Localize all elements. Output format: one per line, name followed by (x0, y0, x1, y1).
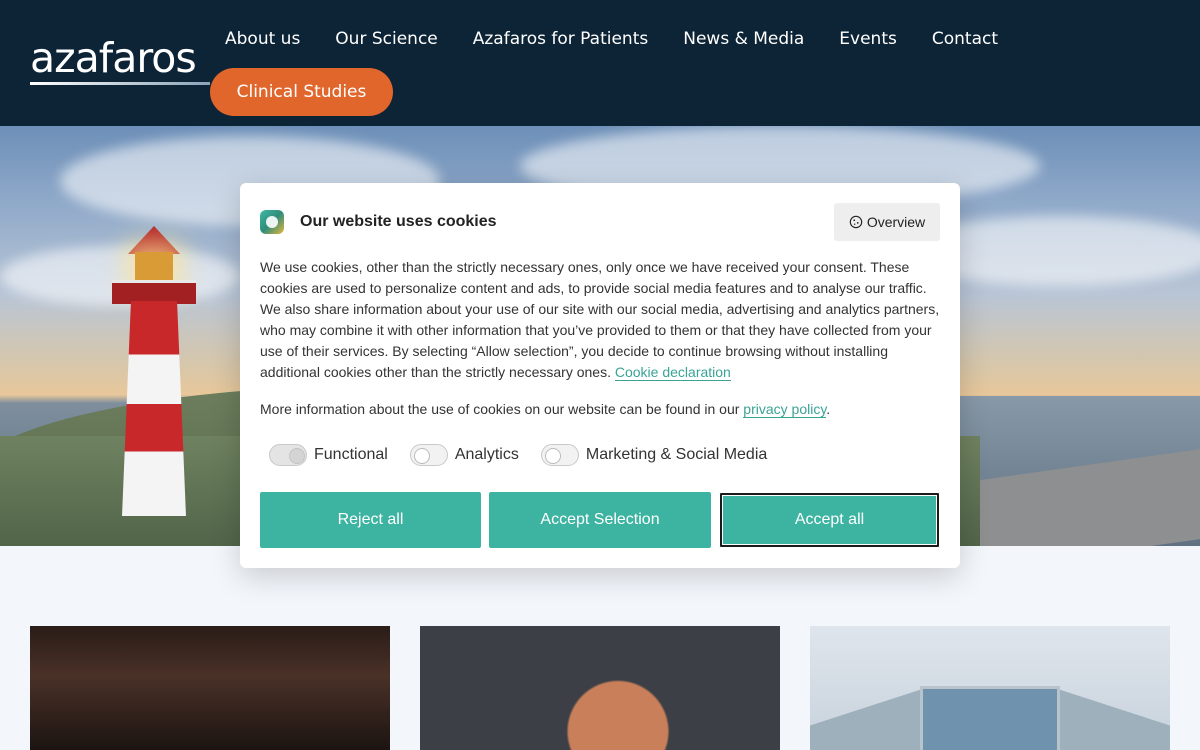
analytics-switch[interactable] (409, 444, 448, 466)
cookie-consent-dialog: Our website uses cookies Overview We use… (240, 183, 960, 568)
news-card-image-1[interactable] (30, 626, 390, 750)
toggle-analytics[interactable]: Analytics (409, 444, 519, 466)
azafaros-logo[interactable]: azafaros (30, 34, 210, 90)
news-card-image-2[interactable] (420, 626, 780, 750)
nav-events[interactable]: Events (839, 26, 897, 52)
analytics-label: Analytics (454, 446, 519, 463)
building-wing (810, 686, 930, 750)
site-header: azafaros About us Our Science Azafaros f… (0, 0, 1200, 126)
marketing-switch[interactable] (540, 444, 579, 466)
lighthouse-tower (122, 301, 186, 516)
toggle-marketing[interactable]: Marketing & Social Media (540, 444, 768, 466)
functional-switch[interactable] (269, 444, 307, 466)
cookie-declaration-link[interactable]: Cookie declaration (614, 364, 731, 381)
nav-about-us[interactable]: About us (225, 26, 300, 52)
overview-button[interactable]: Overview (834, 203, 940, 241)
reject-all-button[interactable]: Reject all (260, 492, 481, 548)
lighthouse-lamp (135, 252, 173, 282)
cookiebot-logo-icon (260, 210, 284, 234)
cookie-dialog-title: Our website uses cookies (300, 213, 497, 230)
logo-text: azafaros (30, 34, 197, 82)
more-info-text: More information about the use of cookie… (260, 401, 740, 417)
toggle-functional[interactable]: Functional (269, 444, 388, 466)
clinical-studies-button[interactable]: Clinical Studies (210, 68, 393, 116)
more-info-end: . (826, 401, 831, 417)
lighthouse-roof (128, 226, 180, 254)
cookie-category-toggles: Functional Analytics Marketing & Social … (269, 444, 789, 466)
accept-all-button[interactable]: Accept all (719, 492, 940, 548)
overview-label: Overview (866, 214, 926, 230)
cookie-body-text: We use cookies, other than the strictly … (260, 257, 942, 383)
nav-azafaros-for-patients[interactable]: Azafaros for Patients (473, 26, 648, 52)
building-wing (1050, 686, 1170, 750)
news-card-image-3[interactable] (810, 626, 1170, 750)
building (920, 686, 1060, 750)
privacy-info-text: More information about the use of cookie… (260, 399, 942, 420)
functional-label: Functional (314, 446, 388, 463)
nav-news-media[interactable]: News & Media (683, 26, 804, 52)
cookie-icon (849, 215, 863, 229)
cookie-body-paragraph: We use cookies, other than the strictly … (260, 259, 940, 380)
main-nav: About us Our Science Azafaros for Patien… (225, 26, 1033, 52)
lighthouse-gallery (112, 280, 196, 304)
marketing-label: Marketing & Social Media (585, 446, 768, 463)
accept-selection-button[interactable]: Accept Selection (489, 492, 711, 548)
logo-underline (30, 82, 210, 85)
nav-contact[interactable]: Contact (932, 26, 998, 52)
nav-our-science[interactable]: Our Science (335, 26, 437, 52)
privacy-policy-link[interactable]: privacy policy (743, 401, 827, 418)
